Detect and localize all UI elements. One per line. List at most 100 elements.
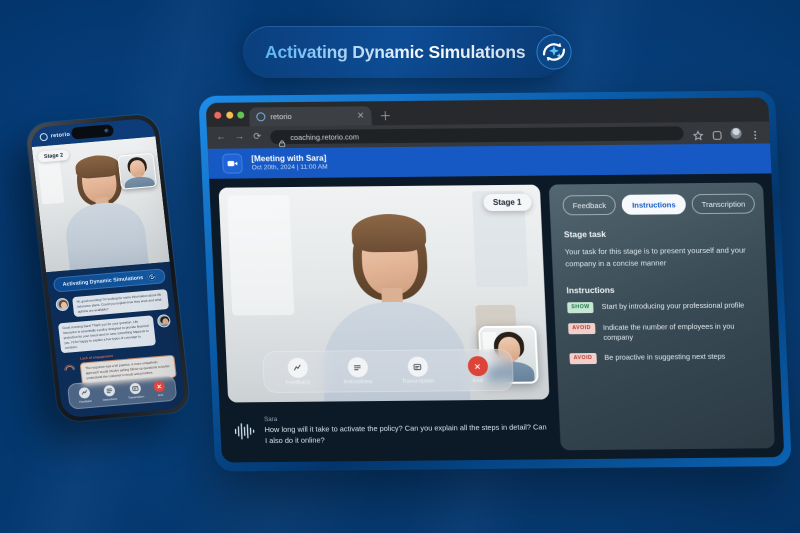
phone-screen: retorio Stage 2 Activating Dynamic Simul… [29,117,187,419]
avatar-icon[interactable] [730,127,742,139]
phone-pip-video[interactable] [117,152,158,190]
end-call-icon [153,380,166,393]
end-call-icon [466,356,488,377]
site-info-icon [278,134,286,147]
phone-control-label: Feedback [79,399,93,405]
status-badge: AVOID [569,352,597,365]
star-icon[interactable] [692,128,704,140]
maximize-window-button[interactable] [237,111,245,119]
browser-tab[interactable]: retorio ✕ [248,106,372,127]
address-bar[interactable]: coaching.retorio.com [269,126,684,147]
phone-chat-text: Hi, good morning! I'm looking for some i… [72,289,170,318]
transcription-icon [129,382,142,395]
phone-control-label: End [157,392,164,398]
control-label: End [472,378,484,385]
browser-window: retorio ✕ ＋ ← → ⟳ coaching.retorio.com [… [198,90,792,472]
address-bar-url: coaching.retorio.com [290,131,360,142]
phone-transcript-panel: Activating Dynamic Simulations Hi, good … [46,261,187,419]
avatar [55,297,70,312]
tab-instructions[interactable]: Instructions [621,194,687,215]
background-stage: Activating Dynamic Simulations retorio S… [0,0,800,533]
minimize-window-button[interactable] [225,111,233,119]
instructions-icon [102,384,116,397]
main-video-feed: Stage 1 Feedback Instructions Transcript… [218,184,550,403]
extensions-icon[interactable] [711,127,723,140]
status-badge: AVOID [568,322,596,334]
control-transcription[interactable]: Transcription [395,356,440,385]
phone-frame: retorio Stage 2 Activating Dynamic Simul… [25,113,191,423]
audio-waveform-icon [233,420,256,442]
meeting-datetime: Oct 20th, 2024 | 11:00 AM [251,163,328,172]
control-label: Instructions [343,379,373,386]
control-end-call[interactable]: End [455,356,500,384]
phone-control-instructions[interactable]: Instructions [101,384,117,402]
phone-home-indicator [102,412,147,419]
phone-control-transcription[interactable]: Transcription [126,382,144,400]
audio-waveform-icon [63,363,77,377]
control-label: Feedback [285,379,311,386]
stage-task-heading: Stage task [563,228,607,240]
control-feedback[interactable]: Feedback [275,357,320,386]
instructions-panel: Feedback Instructions Transcription Stag… [548,182,775,451]
banner-title: Activating Dynamic Simulations [265,41,526,62]
refresh-sparkle-icon [535,33,573,71]
feedback-icon [286,357,308,378]
arrow-right-icon[interactable]: → [235,132,245,143]
control-instructions[interactable]: Instructions [335,357,380,385]
transcript-text: How long will it take to activate the po… [264,422,547,445]
phone-video-feed: Stage 2 [31,136,170,273]
control-label: Transcription [401,378,435,385]
app-content: Stage 1 Feedback Instructions Transcript… [209,173,785,463]
video-column: Stage 1 Feedback Instructions Transcript… [218,184,552,454]
instruction-item: AVOID Be proactive in suggesting next st… [569,351,758,365]
call-controls-bar: Feedback Instructions Transcription End [261,348,514,394]
retorio-logo-text: retorio [50,131,71,139]
transcription-icon [406,356,428,377]
phone-control-feedback[interactable]: Feedback [78,386,93,405]
instruction-text: Start by introducing your professional p… [601,300,745,311]
browser-toolbar-actions [692,127,761,140]
panel-tabs: Feedback Instructions Transcription [562,193,756,216]
live-transcript: Sara How long will it take to activate t… [229,406,552,453]
phone-control-label: Transcription [127,394,145,400]
instruction-item: SHOW Start by introducing your professio… [567,300,756,313]
phone-chat-message: Good morning Sara! Thank you for your qu… [58,314,173,354]
phone-mockup: retorio Stage 2 Activating Dynamic Simul… [25,113,191,423]
phone-control-label: Instructions [102,396,118,403]
tab-feedback[interactable]: Feedback [562,194,617,216]
transcript-speaker: Sara [263,415,278,424]
phone-chat-text: Good morning Sara! Thank you for your qu… [58,315,157,354]
close-icon[interactable]: ✕ [357,110,365,120]
instruction-text: Indicate the number of employees in you … [602,321,735,342]
phone-banner-title: Activating Dynamic Simulations [62,274,144,288]
avatar [156,314,172,329]
phone-notch [70,124,115,140]
status-badge: SHOW [567,301,594,313]
stage-task-text: Your task for this stage is to present y… [564,245,746,269]
stage-badge: Stage 1 [482,193,532,212]
phone-title-banner: Activating Dynamic Simulations [52,268,167,293]
retorio-logo: retorio [39,130,70,141]
more-vertical-icon[interactable] [749,127,761,139]
plus-icon[interactable]: ＋ [376,109,392,125]
phone-control-end[interactable]: End [153,380,167,398]
title-banner: Activating Dynamic Simulations [243,26,573,78]
meeting-title: [Meeting with Sara] [251,153,327,164]
window-traffic-lights[interactable] [214,103,245,127]
close-window-button[interactable] [214,111,222,119]
retorio-favicon [256,112,266,122]
retorio-logo-mark [39,132,49,141]
instructions-icon [346,357,368,378]
browser-chrome: retorio ✕ ＋ ← → ⟳ coaching.retorio.com [… [205,97,785,463]
reload-icon[interactable]: ⟳ [253,132,261,143]
refresh-sparkle-icon [147,272,157,282]
feedback-icon [78,386,91,399]
instruction-text: Be proactive in suggesting next steps [604,351,726,362]
instructions-heading: Instructions [566,284,615,295]
browser-tab-title: retorio [270,112,292,122]
video-camera-icon [221,153,243,174]
phone-chat-message: Hi, good morning! I'm looking for some i… [55,289,170,319]
arrow-left-icon[interactable]: ← [216,132,226,143]
tab-transcription[interactable]: Transcription [691,193,756,215]
instruction-item: AVOID Indicate the number of employees i… [568,321,757,343]
